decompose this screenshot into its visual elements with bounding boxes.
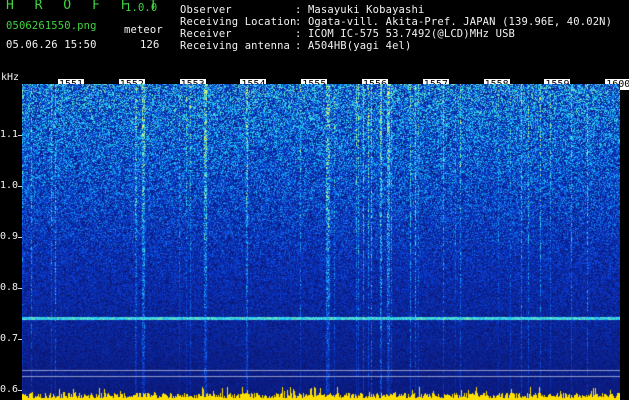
y-tick-label: 0.6: [0, 383, 19, 395]
y-tick-label: 1.0: [0, 179, 19, 191]
spectrogram-canvas[interactable]: [22, 84, 620, 400]
y-tick-label: 0.8: [0, 281, 19, 293]
timestamp: 05.06.26 15:50: [6, 39, 97, 51]
observer-label: Observer: [180, 4, 232, 16]
spectrogram[interactable]: [22, 84, 620, 400]
antenna-value: : A504HB(yagi 4el): [295, 40, 412, 52]
meteor-label: meteor: [124, 24, 163, 36]
antenna-label: Receiving antenna: [180, 40, 291, 52]
y-tick-label: 0.9: [0, 230, 19, 242]
y-tick-label: 0.7: [0, 332, 19, 344]
receiver-value: : ICOM IC-575 53.7492(@LCD)MHz USB: [295, 28, 516, 40]
app-version: 1.0.0: [125, 2, 158, 14]
observer-value: : Masayuki Kobayashi: [295, 4, 425, 16]
location-label: Receiving Location: [180, 16, 297, 28]
location-value: : Ogata-vill. Akita-Pref. JAPAN (139.96E…: [295, 16, 613, 28]
y-axis-unit: kHz: [1, 72, 20, 83]
y-tick-label: 1.1: [0, 128, 19, 140]
file-name: 0506261550.png: [6, 20, 97, 32]
receiver-label: Receiver: [180, 28, 232, 40]
header-panel: H R O F F T 1.0.0 0506261550.png meteor …: [0, 0, 629, 72]
meteor-count: 126: [140, 39, 160, 51]
